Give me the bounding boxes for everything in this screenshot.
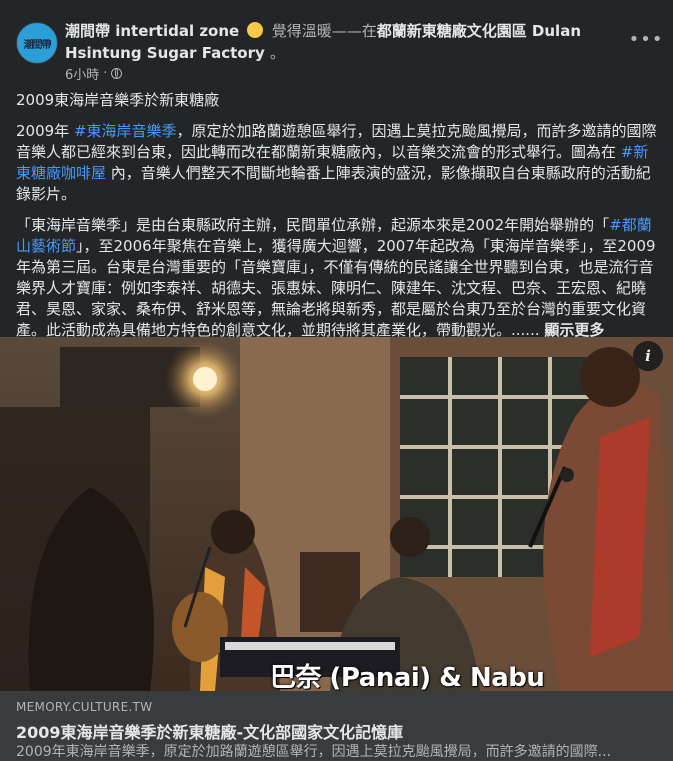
post-header: 潮間帶 潮間帶 intertidal zone 覺得溫暖——在都蘭新東糖廠文化園…: [16, 18, 663, 88]
post-paragraph-2: 「東海岸音樂季」是由台東縣政府主辦，民間單位承辦，起源本來是2002年開始舉辦的…: [16, 215, 657, 341]
post-headline: 2009東海岸音樂季於新東糖廠: [16, 91, 220, 109]
post-timestamp[interactable]: 6小時: [65, 64, 99, 83]
post-paragraph-1: 2009年 #東海岸音樂季，原定於加路蘭遊憩區舉行，因遇上莫拉克颱風攪局，而許多…: [16, 121, 657, 205]
video-caption: 巴奈 (Panai) & Nabu: [270, 663, 545, 691]
concert-photo: [0, 337, 673, 691]
post-text: 2009東海岸音樂季於新東糖廠 2009年 #東海岸音樂季，原定於加路蘭遊憩區舉…: [16, 90, 657, 351]
link-description: 2009年東海岸音樂季，原定於加路蘭遊憩區舉行，因遇上莫拉克颱風攪局，而許多邀請…: [16, 744, 611, 760]
text-run: 2009年: [16, 122, 74, 140]
link-title[interactable]: 2009東海岸音樂季於新東糖廠-文化部國家文化記憶庫: [16, 719, 403, 743]
info-icon: i: [645, 347, 651, 365]
page-name-link[interactable]: 潮間帶 intertidal zone: [65, 22, 239, 40]
meta-separator: ·: [103, 66, 108, 81]
post-author-line: 潮間帶 intertidal zone 覺得溫暖——在都蘭新東糖廠文化園區 Du…: [65, 20, 615, 64]
hashtag-link[interactable]: #東海岸音樂季: [74, 122, 177, 140]
link-domain: MEMORY.CULTURE.TW: [16, 700, 153, 714]
location-suffix: 。: [270, 44, 286, 62]
feeling-emoji-icon: [247, 22, 264, 38]
post-image[interactable]: 巴奈 (Panai) & Nabu: [0, 337, 673, 691]
page-avatar[interactable]: 潮間帶: [16, 22, 58, 64]
feeling-text: 覺得溫暖——在: [271, 22, 377, 40]
text-run: 內，音樂人們整天不間斷地輪番上陣表演的盛況，影像擷取自台東縣政府的活動紀錄影片。: [16, 164, 651, 203]
link-preview-card[interactable]: MEMORY.CULTURE.TW 2009東海岸音樂季於新東糖廠-文化部國家文…: [0, 691, 673, 761]
post-meta: 6小時 ·: [65, 64, 123, 83]
text-run: 「東海岸音樂季」是由台東縣政府主辦，民間單位承辦，起源本來是2002年開始舉辦的…: [16, 216, 610, 234]
info-button[interactable]: i: [633, 341, 663, 371]
globe-icon[interactable]: [111, 68, 123, 79]
more-horizontal-icon: •••: [628, 28, 664, 50]
more-options-button[interactable]: •••: [629, 28, 663, 50]
facebook-post: 潮間帶 潮間帶 intertidal zone 覺得溫暖——在都蘭新東糖廠文化園…: [0, 0, 673, 761]
